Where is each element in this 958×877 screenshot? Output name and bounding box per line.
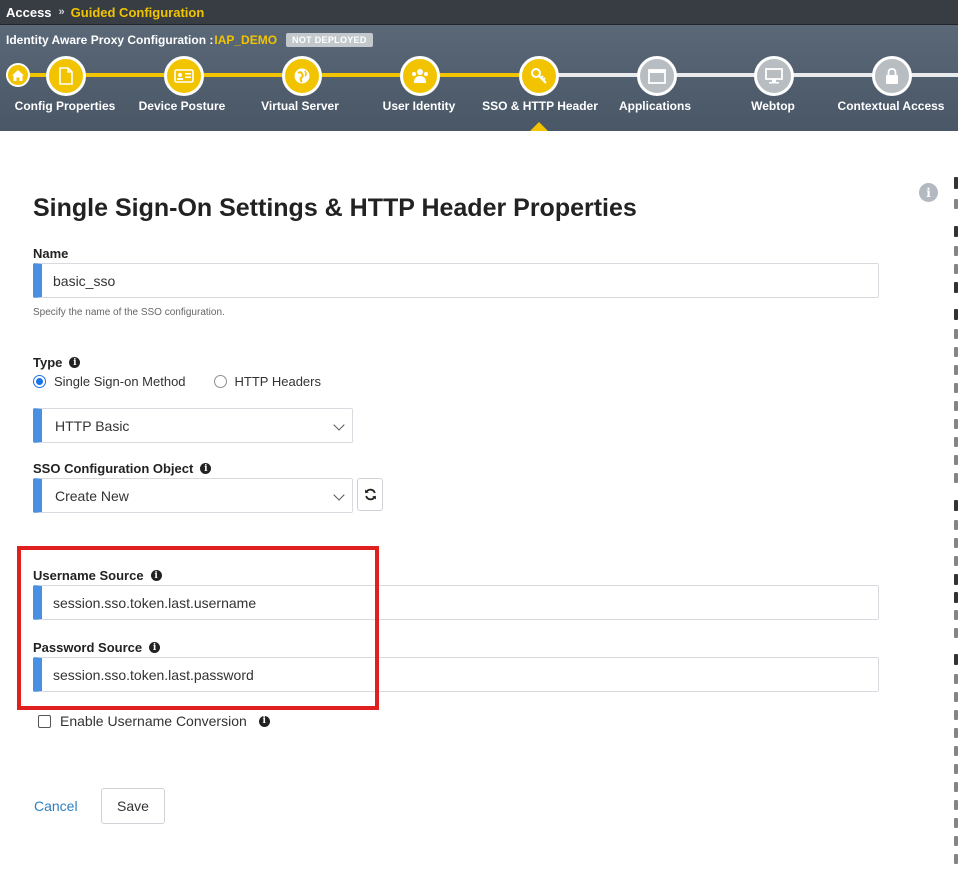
wizard-step-label[interactable]: Virtual Server xyxy=(235,99,365,113)
wizard-step-virtual-server[interactable] xyxy=(282,56,322,96)
cancel-link[interactable]: Cancel xyxy=(34,798,78,814)
save-button[interactable]: Save xyxy=(101,788,165,824)
wizard-title-prefix: Identity Aware Proxy Configuration : xyxy=(6,33,214,47)
document-icon xyxy=(59,67,73,85)
wizard-step-label[interactable]: Contextual Access xyxy=(826,99,956,113)
wizard-step-label[interactable]: SSO & HTTP Header xyxy=(475,99,605,113)
wizard-step-config-properties[interactable] xyxy=(46,56,86,96)
type-label-text: Type xyxy=(33,355,63,370)
chevron-down-icon xyxy=(333,419,345,431)
chevron-down-icon xyxy=(333,489,345,501)
wizard-step-label[interactable]: Config Properties xyxy=(0,99,130,113)
page-title: Single Sign-On Settings & HTTP Header Pr… xyxy=(33,194,637,222)
sso-object-label-text: SSO Configuration Object xyxy=(33,461,194,476)
key-icon xyxy=(531,68,547,84)
wizard-step-label[interactable]: Device Posture xyxy=(117,99,247,113)
sso-object-select[interactable]: Create New xyxy=(33,478,353,513)
wizard-step-webtop[interactable] xyxy=(754,56,794,96)
name-input-value: basic_sso xyxy=(53,272,116,289)
type-label: Type i xyxy=(33,355,81,370)
type-info-icon[interactable]: i xyxy=(69,357,81,368)
wizard-home-button[interactable] xyxy=(6,63,30,87)
help-info-icon[interactable]: i xyxy=(919,183,938,202)
wizard-title: Identity Aware Proxy Configuration : IAP… xyxy=(6,30,373,50)
type-option-label[interactable]: Single Sign-on Method xyxy=(54,374,186,389)
home-icon xyxy=(12,69,24,81)
name-label-text: Name xyxy=(33,246,69,261)
breadcrumb-access-link[interactable]: Access xyxy=(6,5,52,20)
refresh-button[interactable] xyxy=(357,478,383,511)
refresh-icon xyxy=(364,488,376,501)
type-radio-sso-method[interactable] xyxy=(33,375,46,388)
name-label: Name xyxy=(33,246,68,261)
wizard-step-device-posture[interactable] xyxy=(164,56,204,96)
username-conversion-label[interactable]: Enable Username Conversion xyxy=(60,713,247,729)
sso-object-value: Create New xyxy=(55,487,129,504)
active-step-indicator xyxy=(530,122,548,131)
type-radio-group: Single Sign-on Method HTTP Headers xyxy=(33,374,321,389)
wizard-step-label[interactable]: Applications xyxy=(590,99,720,113)
username-conversion-info-icon[interactable]: i xyxy=(258,715,270,727)
wizard-step-applications[interactable] xyxy=(637,56,677,96)
username-conversion-row: Enable Username Conversion i xyxy=(38,713,270,729)
id-card-icon xyxy=(174,69,194,83)
name-help-text: Specify the name of the SSO configuratio… xyxy=(33,307,225,318)
sso-method-select[interactable]: HTTP Basic xyxy=(33,408,353,443)
breadcrumb: Access » Guided Configuration xyxy=(0,0,958,25)
wizard-step-label[interactable]: User Identity xyxy=(354,99,484,113)
lock-icon xyxy=(886,67,898,84)
users-icon xyxy=(412,69,428,83)
wizard-progress-complete xyxy=(18,73,538,77)
highlight-annotation-box xyxy=(17,546,379,710)
sso-object-info-icon[interactable]: i xyxy=(200,463,212,474)
window-icon xyxy=(648,68,666,84)
help-panel-text-clipped xyxy=(954,174,958,874)
wizard-config-name: IAP_DEMO xyxy=(214,33,278,47)
wizard-step-sso-http-header[interactable] xyxy=(519,56,559,96)
name-input[interactable]: basic_sso xyxy=(33,263,879,298)
wizard-step-user-identity[interactable] xyxy=(400,56,440,96)
sso-object-label: SSO Configuration Object i xyxy=(33,461,212,476)
wizard-header: Identity Aware Proxy Configuration : IAP… xyxy=(0,25,958,131)
deployment-status-badge: NOT DEPLOYED xyxy=(286,33,373,47)
username-conversion-checkbox[interactable] xyxy=(38,714,51,728)
monitor-icon xyxy=(765,68,783,84)
sso-method-value: HTTP Basic xyxy=(55,417,130,434)
globe-icon xyxy=(294,68,310,84)
wizard-step-contextual-access[interactable] xyxy=(872,56,912,96)
breadcrumb-separator: » xyxy=(58,6,65,18)
breadcrumb-current: Guided Configuration xyxy=(70,4,205,20)
type-option-label[interactable]: HTTP Headers xyxy=(235,374,321,389)
type-radio-http-headers[interactable] xyxy=(213,375,227,388)
wizard-step-label[interactable]: Webtop xyxy=(708,99,838,113)
